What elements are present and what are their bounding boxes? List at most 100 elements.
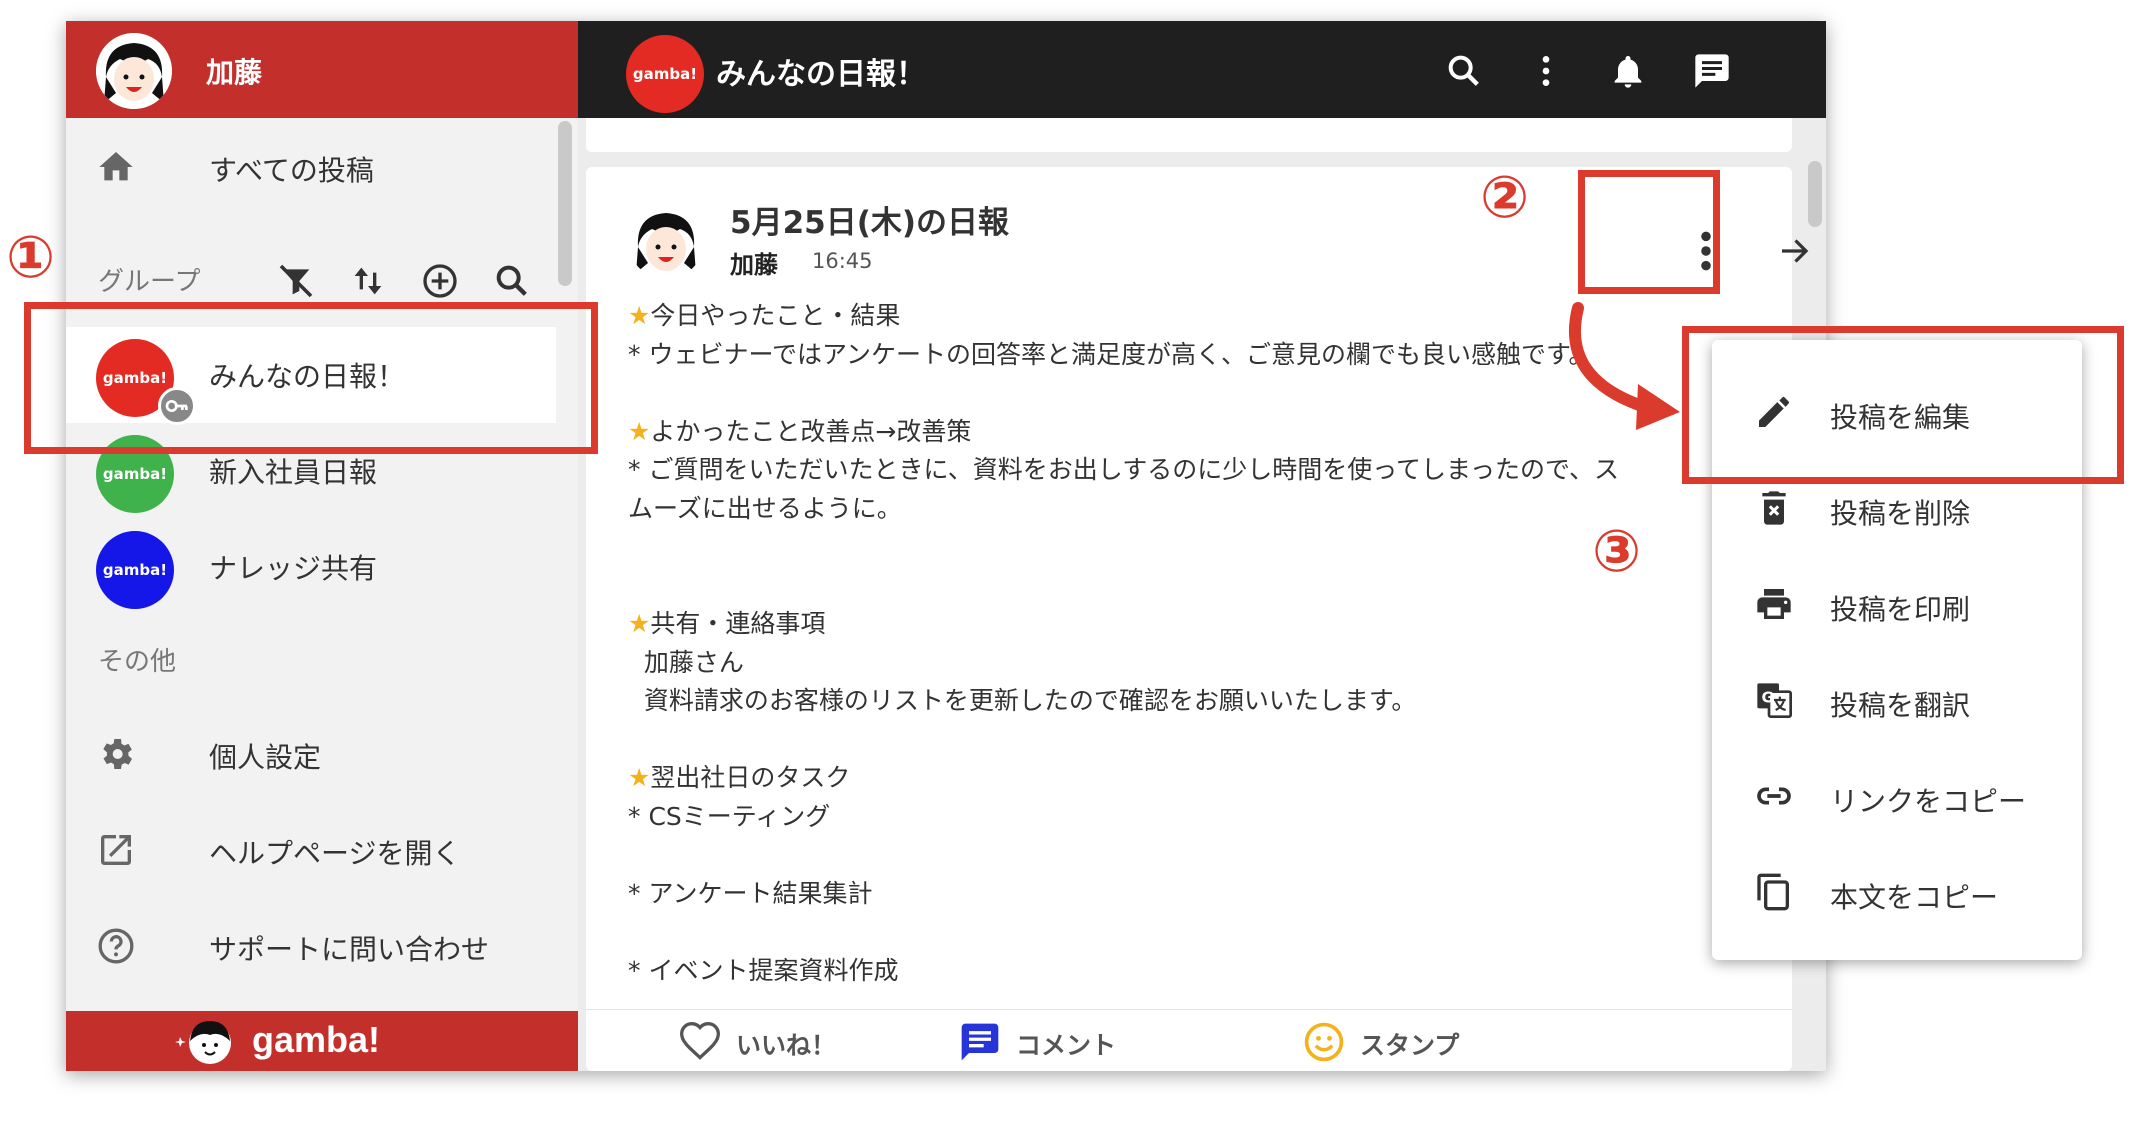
post-body-line: * アンケート結果集計	[628, 875, 1808, 914]
nav-item-all-posts[interactable]: すべての投稿	[66, 127, 556, 207]
post-body-text: 資料請求のお客様のリストを更新したので確認をお願いいたします。	[628, 686, 1417, 715]
comment-label: コメント	[1016, 1031, 1117, 1060]
nav-label: サポートに問い合わせ	[209, 933, 490, 966]
post-actions: いいね！ コメント スタンプ	[586, 1009, 1792, 1071]
section-label-other: その他	[98, 647, 177, 677]
smiley-icon	[1304, 1022, 1344, 1062]
home-icon	[99, 152, 133, 181]
post-body-text: 今日やったこと・結果	[650, 301, 901, 330]
sort-icon[interactable]	[348, 261, 388, 301]
top-bar: gamba! みんなの日報！	[578, 21, 1826, 118]
sidebar-header: 加藤	[66, 21, 578, 118]
previous-post-card	[586, 118, 1792, 152]
delete-icon	[1762, 491, 1786, 525]
like-label: いいね！	[736, 1031, 837, 1060]
svg-text:G: G	[1762, 689, 1774, 707]
post-body-line: ★共有・連絡事項	[628, 605, 1808, 644]
menu-item-copy-link[interactable]: リンクをコピー	[1712, 748, 2082, 844]
post-body-line	[628, 721, 1808, 760]
post-body-text: * アンケート結果集計	[628, 878, 873, 908]
author-avatar[interactable]	[628, 203, 704, 279]
app-window: 加藤 すべての投稿 グループ gamba! みんなの日報！ gamba! 新入社…	[66, 21, 1826, 1071]
nav-item-help-page[interactable]: ヘルプページを開く	[66, 810, 556, 890]
post-body-line: * CSミーティング	[628, 798, 1808, 837]
menu-item-print-post[interactable]: 投稿を印刷	[1712, 556, 2082, 652]
menu-label: リンクをコピー	[1830, 785, 2027, 818]
group-logo: gamba!	[96, 531, 174, 609]
group-title: みんなの日報！	[716, 57, 926, 92]
menu-item-copy-body[interactable]: 本文をコピー	[1712, 844, 2082, 940]
arrow-right-icon[interactable]	[1776, 233, 1812, 269]
add-circle-icon[interactable]	[420, 261, 460, 301]
print-icon	[1757, 589, 1791, 619]
post-body-text: * ご質問をいただいたときに、資料をお出しするのに少し時間を使ってしまったので、…	[628, 455, 1619, 484]
comment-icon	[961, 1023, 999, 1061]
post-body-text: 加藤さん	[628, 647, 744, 677]
post-body-line: 加藤さん	[628, 644, 1808, 683]
highlight-edit-menu-box	[1682, 326, 2124, 484]
stamp-label: スタンプ	[1360, 1031, 1460, 1060]
nav-item-personal-settings[interactable]: 個人設定	[66, 714, 556, 794]
step-number-1: ①	[6, 223, 56, 291]
more-vert-icon[interactable]	[1526, 51, 1566, 91]
translate-icon: G	[1757, 683, 1792, 718]
group-item-knowledge-share[interactable]: gamba! ナレッジ共有	[66, 519, 556, 615]
help-circle-icon	[98, 928, 134, 964]
group-label: ナレッジ共有	[209, 552, 378, 585]
sidebar-scrollbar[interactable]	[558, 121, 572, 286]
message-icon[interactable]	[1692, 51, 1732, 91]
section-label-groups: グループ	[98, 267, 201, 297]
gamba-logo: gamba!	[252, 1019, 381, 1060]
post-body-text: * ウェビナーではアンケートの回答率と満足度が高く、ご意見の欄でも良い感触です。	[628, 339, 1594, 369]
post-body-text: ムーズに出せるように。	[628, 493, 902, 523]
curved-arrow-icon	[1568, 302, 1680, 430]
star-icon: ★	[628, 609, 651, 638]
group-logo: gamba!	[626, 35, 704, 113]
highlight-group-box	[24, 302, 598, 454]
post-body-text: * イベント提案資料作成	[628, 955, 899, 985]
post-title[interactable]: 5月25日(木)の日報	[730, 197, 1009, 242]
step-number-2: ②	[1480, 163, 1530, 231]
star-icon: ★	[628, 416, 651, 446]
timeline-scrollbar[interactable]	[1808, 161, 1822, 227]
sidebar-footer: gamba!	[66, 1011, 578, 1071]
menu-label: 投稿を翻訳	[1830, 689, 1971, 722]
copy-icon	[1757, 873, 1789, 911]
open-external-icon	[101, 835, 131, 865]
group-label: 新入社員日報	[209, 456, 378, 489]
post-time: 16:45	[812, 249, 873, 273]
menu-label: 投稿を削除	[1830, 497, 1971, 530]
post-body-line: 資料請求のお客様のリストを更新したので確認をお願いいたします。	[628, 682, 1808, 721]
post-body-line	[628, 836, 1808, 875]
search-icon[interactable]	[1444, 51, 1484, 91]
user-avatar[interactable]	[96, 33, 172, 109]
post-author: 加藤	[730, 251, 778, 279]
star-icon: ★	[628, 763, 651, 792]
highlight-more-button-box	[1578, 170, 1720, 294]
nav-label: すべての投稿	[209, 154, 374, 187]
filter-off-icon[interactable]	[276, 261, 316, 301]
post-body-text: よかったこと改善点→改善策	[650, 416, 972, 446]
gear-icon	[103, 739, 132, 769]
nav-label: 個人設定	[209, 741, 322, 774]
user-name: 加藤	[206, 56, 263, 89]
gamba-mascot-icon	[175, 1021, 231, 1064]
post-body-line: * イベント提案資料作成	[628, 952, 1808, 991]
search-icon[interactable]	[492, 261, 532, 301]
menu-item-translate-post[interactable]: G 投稿を翻訳	[1712, 652, 2082, 748]
post-body-text: * CSミーティング	[628, 801, 831, 831]
link-icon	[1757, 787, 1791, 805]
screenshot-stage: 加藤 すべての投稿 グループ gamba! みんなの日報！ gamba! 新入社…	[0, 0, 2134, 1130]
menu-label: 投稿を印刷	[1830, 593, 1971, 626]
post-body-line	[628, 913, 1808, 952]
heart-icon	[680, 1022, 720, 1060]
bell-icon[interactable]	[1608, 51, 1648, 91]
nav-item-support[interactable]: サポートに問い合わせ	[66, 906, 556, 986]
post-body-line: ★翌出社日のタスク	[628, 759, 1808, 798]
menu-label: 本文をコピー	[1830, 881, 1999, 914]
post-body-line: * ご質問をいただいたときに、資料をお出しするのに少し時間を使ってしまったので、…	[628, 451, 1808, 490]
step-number-3: ③	[1592, 517, 1642, 585]
nav-label: ヘルプページを開く	[209, 837, 461, 870]
sidebar: 加藤 すべての投稿 グループ gamba! みんなの日報！ gamba! 新入社…	[66, 21, 578, 1071]
star-icon: ★	[628, 301, 651, 330]
